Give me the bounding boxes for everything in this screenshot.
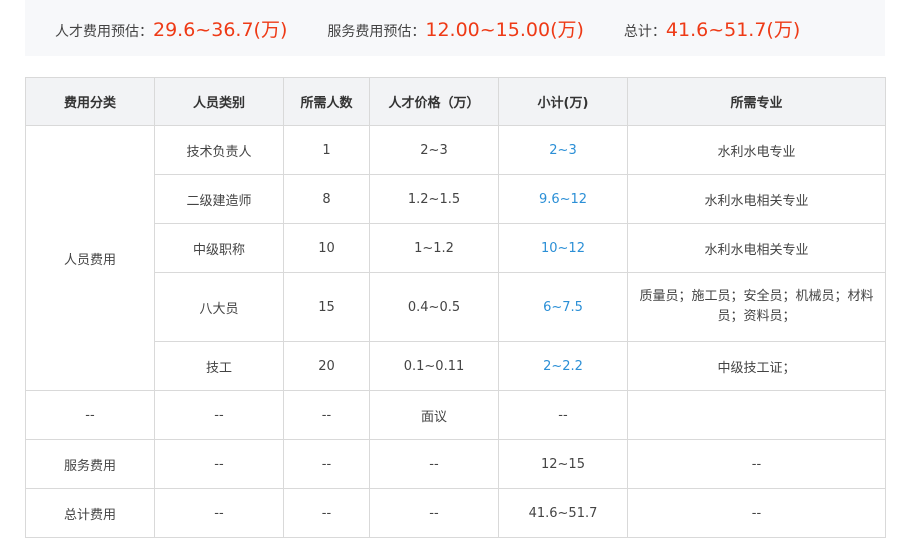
cost-breakdown-table: 费用分类 人员类别 所需人数 人才价格（万） 小计(万) 所需专业 人员费用 技… [25, 77, 886, 538]
cell-count: 20 [283, 341, 370, 391]
header-talent-price: 人才价格（万） [369, 77, 499, 126]
talent-cost-value: 29.6~36.7(万) [153, 18, 288, 41]
cost-summary-bar: 人才费用预估： 29.6~36.7(万) 服务费用预估： 12.00~15.00… [25, 0, 885, 56]
service-cost-label: 服务费用预估： [327, 23, 426, 40]
table-row-other: -- -- -- 面议 -- [25, 390, 886, 440]
table-row: 二级建造师 8 1.2~1.5 9.6~12 水利水电相关专业 [26, 174, 886, 224]
header-personnel-type: 人员类别 [154, 77, 284, 126]
cell-major: 质量员；施工员；安全员；机械员；材料员；资料员； [627, 272, 886, 342]
table-row: 人员费用 技术负责人 1 2~3 2~3 水利水电专业 [25, 125, 886, 391]
cell-price: -- [369, 439, 499, 489]
table-header-row: 费用分类 人员类别 所需人数 人才价格（万） 小计(万) 所需专业 [25, 77, 886, 126]
cell-type: -- [154, 390, 284, 440]
cell-type: 技工 [154, 341, 284, 391]
cell-type: -- [154, 439, 284, 489]
total-cost-label: 总计： [623, 23, 666, 40]
header-required-major: 所需专业 [627, 77, 886, 126]
cell-price: 0.4~0.5 [369, 272, 499, 342]
cell-count: 15 [283, 272, 370, 342]
cell-subtotal: 10~12 [498, 223, 628, 273]
cell-price: 0.1~0.11 [369, 341, 499, 391]
cell-category: 服务费用 [25, 439, 155, 489]
header-cost-category: 费用分类 [25, 77, 155, 126]
table-row: 八大员 15 0.4~0.5 6~7.5 质量员；施工员；安全员；机械员；材料员… [26, 272, 886, 342]
cell-count: 1 [283, 125, 370, 175]
cell-price: 2~3 [369, 125, 499, 175]
cell-subtotal: -- [498, 390, 628, 440]
cell-major [627, 390, 886, 440]
table-row: 技工 20 0.1~0.11 2~2.2 中级技工证； [26, 341, 886, 391]
category-personnel-cost: 人员费用 [25, 125, 155, 391]
cell-major: 水利水电专业 [627, 125, 886, 175]
cell-category: 总计费用 [25, 488, 155, 538]
total-cost-estimate: 总计： 41.6~51.7(万) [624, 15, 800, 42]
cell-subtotal: 41.6~51.7 [498, 488, 628, 538]
cell-count: 10 [283, 223, 370, 273]
cell-category: -- [25, 390, 155, 440]
table-row: 中级职称 10 1~1.2 10~12 水利水电相关专业 [26, 223, 886, 273]
talent-cost-estimate: 人才费用预估： 29.6~36.7(万) [55, 15, 287, 42]
cell-subtotal: 9.6~12 [498, 174, 628, 224]
cell-subtotal: 6~7.5 [498, 272, 628, 342]
cell-price: 1.2~1.5 [369, 174, 499, 224]
cell-type: 八大员 [154, 272, 284, 342]
cell-price: 1~1.2 [369, 223, 499, 273]
service-cost-estimate: 服务费用预估： 12.00~15.00(万) [327, 15, 584, 42]
cell-major: -- [627, 439, 886, 489]
cell-type: 二级建造师 [154, 174, 284, 224]
cell-major: 水利水电相关专业 [627, 223, 886, 273]
cell-subtotal: 12~15 [498, 439, 628, 489]
cell-type: -- [154, 488, 284, 538]
cell-major: -- [627, 488, 886, 538]
cell-major: 水利水电相关专业 [627, 174, 886, 224]
table-row-total: 总计费用 -- -- -- 41.6~51.7 -- [25, 488, 886, 538]
table-row-service: 服务费用 -- -- -- 12~15 -- [25, 439, 886, 489]
cell-subtotal: 2~2.2 [498, 341, 628, 391]
header-required-count: 所需人数 [283, 77, 370, 126]
cell-count: -- [283, 390, 370, 440]
service-cost-value: 12.00~15.00(万) [425, 18, 584, 41]
cell-price: 面议 [369, 390, 499, 440]
cell-count: 8 [283, 174, 370, 224]
cell-price: -- [369, 488, 499, 538]
talent-cost-label: 人才费用预估： [55, 23, 153, 40]
cell-type: 技术负责人 [154, 125, 284, 175]
cell-count: -- [283, 439, 370, 489]
cell-count: -- [283, 488, 370, 538]
total-cost-value: 41.6~51.7(万) [665, 18, 801, 41]
cell-subtotal: 2~3 [498, 125, 628, 175]
header-subtotal: 小计(万) [498, 77, 628, 126]
cell-major: 中级技工证； [627, 341, 886, 391]
cell-type: 中级职称 [154, 223, 284, 273]
